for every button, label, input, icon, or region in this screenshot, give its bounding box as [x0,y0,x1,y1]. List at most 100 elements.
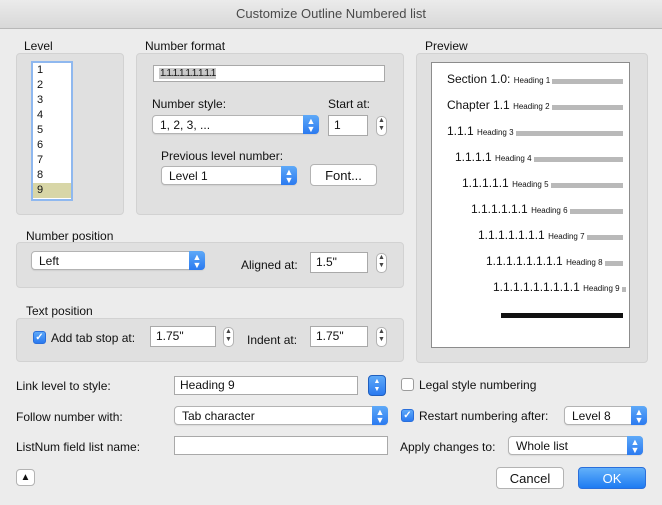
preview-pane: Section 1.0: Heading 1 Chapter 1.1 Headin… [431,62,630,348]
level-item[interactable]: 1 [33,63,71,78]
link-level-input[interactable]: Heading 9 [174,376,358,395]
preview-text-bar [551,183,623,188]
preview-number: Chapter 1.1 [447,98,510,112]
restart-numbering-checkbox[interactable]: ✓ [401,409,414,422]
level-label: Level [24,39,53,53]
previous-level-label: Previous level number: [161,149,284,163]
chevron-updown-icon: ▲ ▼ [627,436,643,455]
preview-style: Heading 2 [513,102,550,111]
indent-at-stepper[interactable]: ▲ ▼ [376,327,387,347]
listnum-label: ListNum field list name: [16,440,141,454]
number-alignment-popup[interactable]: Left ▲ ▼ [31,251,205,270]
level-item[interactable]: 5 [33,123,71,138]
start-at-stepper[interactable]: ▲ ▼ [376,116,387,136]
text-position-label: Text position [26,304,93,318]
level-item[interactable]: 9 [33,183,71,198]
chevron-updown-icon: ▲ ▼ [281,166,297,185]
preview-number: 1.1.1.1.1 [462,176,509,190]
level-item[interactable]: 4 [33,108,71,123]
number-style-value: 1, 2, 3, ... [160,118,211,132]
preview-row: Chapter 1.1 Heading 2 [447,98,550,112]
level-item[interactable]: 6 [33,138,71,153]
number-format-input[interactable]: 1.1.1.1.1.1.1.1.1 [153,65,385,82]
previous-level-popup[interactable]: Level 1 ▲ ▼ [161,166,297,185]
ok-button[interactable]: OK [578,467,646,489]
preview-row: Section 1.0: Heading 1 [447,72,550,86]
preview-style: Heading 6 [531,206,568,215]
number-style-popup[interactable]: 1, 2, 3, ... ▲ ▼ [152,115,319,134]
start-at-label: Start at: [328,97,371,111]
follow-number-popup[interactable]: Tab character ▲ ▼ [174,406,388,425]
tab-stop-input[interactable]: 1.75" [150,326,216,347]
preview-label: Preview [425,39,468,53]
restart-numbering-value: Level 8 [572,409,611,423]
preview-number: Section 1.0: [447,72,511,86]
chevron-updown-icon: ▲ ▼ [631,406,647,425]
tab-stop-stepper[interactable]: ▲ ▼ [223,327,234,347]
preview-row: 1.1.1.1.1.1.1.1.1 Heading 9 [493,280,620,294]
preview-text-bar [552,79,623,84]
number-position-label: Number position [26,229,114,243]
follow-number-label: Follow number with: [16,410,123,424]
chevron-updown-icon: ▲ ▼ [372,406,388,425]
preview-row: 1.1.1 Heading 3 [447,124,514,138]
start-at-input[interactable]: 1 [328,115,368,136]
indent-at-value: 1.75" [316,329,344,343]
level-list[interactable]: 123456789 [31,61,73,201]
previous-level-value: Level 1 [169,169,208,183]
number-format-value: 1.1.1.1.1.1.1.1.1 [159,68,216,79]
preview-style: Heading 1 [513,76,551,85]
preview-text-bar [552,105,623,110]
link-level-stepper[interactable]: ▲ ▼ [368,375,386,396]
add-tab-stop-checkbox[interactable]: ✓ [33,331,46,344]
restart-numbering-popup[interactable]: Level 8 ▲ ▼ [564,406,647,425]
follow-number-value: Tab character [182,409,255,423]
aligned-at-value: 1.5" [316,255,337,269]
indent-at-label: Indent at: [247,333,298,347]
level-item[interactable]: 8 [33,168,71,183]
collapse-button[interactable]: ▲ [16,469,35,486]
legal-style-checkbox[interactable] [401,378,414,391]
preview-text-bar [570,209,623,214]
preview-text-bar [605,261,623,266]
aligned-at-stepper[interactable]: ▲ ▼ [376,253,387,273]
preview-style: Heading 3 [477,128,514,137]
number-alignment-value: Left [39,254,60,268]
preview-text-bar [516,131,623,136]
restart-numbering-label: Restart numbering after: [419,409,549,423]
preview-text-bar [622,287,626,292]
preview-row: 1.1.1.1.1.1 Heading 6 [471,202,568,216]
apply-changes-label: Apply changes to: [400,440,496,454]
preview-style: Heading 8 [566,258,603,267]
aligned-at-label: Aligned at: [241,258,298,272]
chevron-updown-icon: ▲ ▼ [303,115,319,134]
preview-row: 1.1.1.1 Heading 4 [455,150,532,164]
preview-row: 1.1.1.1.1 Heading 5 [462,176,549,190]
preview-text-bar [534,157,623,162]
preview-number: 1.1.1.1 [455,150,492,164]
legal-style-label: Legal style numbering [419,378,537,392]
aligned-at-input[interactable]: 1.5" [310,252,368,273]
window-title: Customize Outline Numbered list [235,6,427,21]
preview-style: Heading 5 [512,180,549,189]
cancel-button[interactable]: Cancel [496,467,564,489]
level-item[interactable]: 7 [33,153,71,168]
preview-row: 1.1.1.1.1.1.1.1 Heading 8 [486,254,603,268]
tab-stop-value: 1.75" [156,329,184,343]
indent-at-input[interactable]: 1.75" [310,326,368,347]
preview-text-bar [587,235,623,240]
preview-end-bar [501,313,623,318]
level-item[interactable]: 2 [33,78,71,93]
preview-row: 1.1.1.1.1.1.1 Heading 7 [478,228,585,242]
preview-number: 1.1.1 [447,124,474,138]
number-style-label: Number style: [152,97,227,111]
font-button[interactable]: Font... [310,164,377,186]
listnum-input[interactable] [174,436,388,455]
chevron-up-icon: ▲ [20,472,31,483]
chevron-updown-icon: ▲ ▼ [189,251,205,270]
preview-style: Heading 4 [495,154,532,163]
level-item[interactable]: 3 [33,93,71,108]
preview-style: Heading 9 [583,284,620,293]
apply-changes-popup[interactable]: Whole list ▲ ▼ [508,436,643,455]
link-level-value: Heading 9 [180,378,235,392]
